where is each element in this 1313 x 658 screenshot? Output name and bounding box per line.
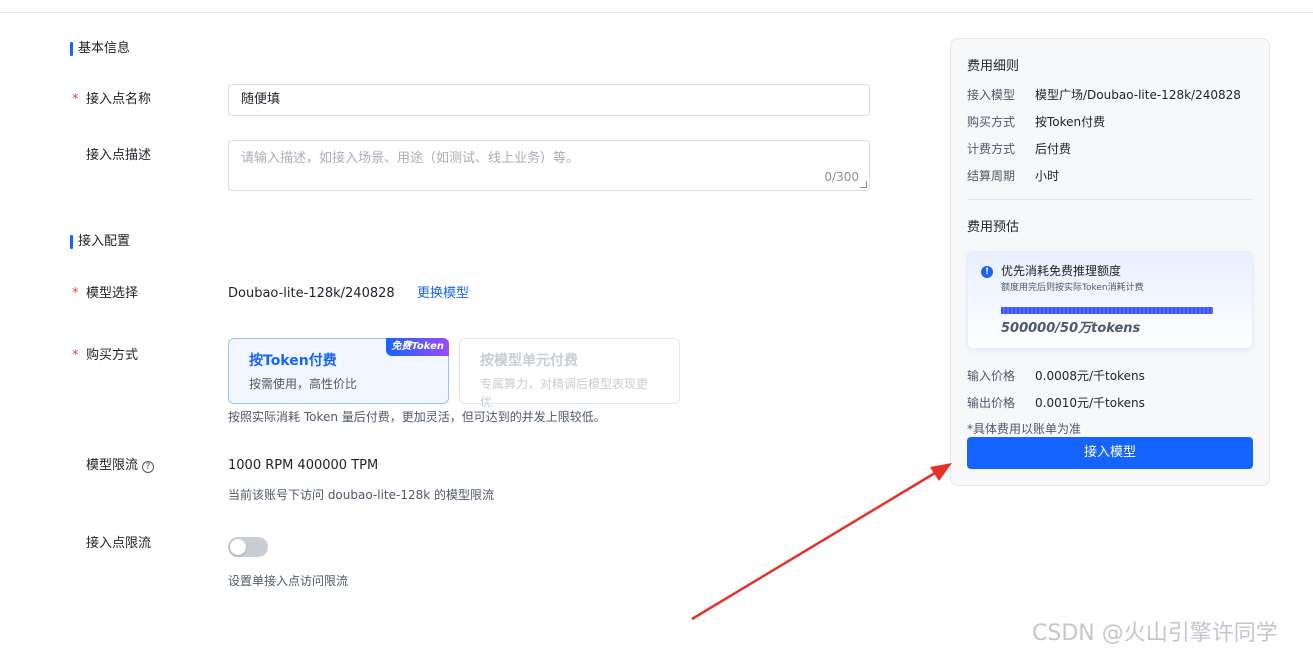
option-subtitle: 专属算力，对精调后模型表现更优 <box>480 377 649 409</box>
top-divider <box>0 12 1313 13</box>
fee-value: 按Token付费 <box>1035 115 1106 129</box>
model-select-label: 模型选择 <box>86 286 139 301</box>
fee-value: 后付费 <box>1035 142 1072 156</box>
quota-value: 500000/50万tokens <box>1001 321 1141 336</box>
fee-details-title: 费用细则 <box>967 59 1020 74</box>
fee-estimate-title: 费用预估 <box>967 220 1020 235</box>
fee-panel: 费用细则 接入模型 模型广场/Doubao-lite-128k/240828 购… <box>950 38 1270 486</box>
fee-value: 小时 <box>1035 169 1060 183</box>
help-icon[interactable]: ? <box>142 461 155 473</box>
rate-limit-label-text: 模型限流 <box>86 458 139 473</box>
create-endpoint-button[interactable]: 接入模型 <box>967 437 1253 469</box>
free-token-badge: 免费Token <box>386 338 449 356</box>
quota-title: 优先消耗免费推理额度 <box>1001 264 1122 278</box>
option-subtitle: 按需使用，高性价比 <box>249 377 358 391</box>
fee-value: 模型广场/Doubao-lite-128k/240828 <box>1035 88 1241 102</box>
endpoint-desc-placeholder: 请输入描述，如接入场景、用途（如测试、线上业务）等。 <box>241 151 580 166</box>
fee-key: 结算周期 <box>967 169 1016 183</box>
arrow-shaft <box>691 468 941 621</box>
purchase-hint: 按照实际消耗 Token 量后付费，更加灵活，但可达到的并发上限较低。 <box>228 410 606 424</box>
char-count: 0/300 <box>824 170 859 184</box>
section-endpoint-config: 接入配置 <box>70 234 130 250</box>
endpoint-limit-hint: 设置单接入点访问限流 <box>228 574 349 588</box>
panel-divider <box>967 199 1253 200</box>
watermark: CSDN @火山引擎许同学 <box>1032 621 1278 646</box>
rate-limit-hint: 当前该账号下访问 doubao-lite-128k 的模型限流 <box>228 488 494 502</box>
endpoint-name-label: 接入点名称 <box>86 92 152 107</box>
quota-subtitle: 额度用完后则按实际Token消耗计费 <box>1001 283 1144 293</box>
free-quota-card: ! 优先消耗免费推理额度 额度用完后则按实际Token消耗计费 500000/5… <box>967 251 1253 349</box>
rate-limit-value: 1000 RPM 400000 TPM <box>228 458 379 473</box>
purchase-option-model-unit[interactable]: 按模型单元付费 专属算力，对精调后模型表现更优 <box>459 338 680 409</box>
toggle-knob <box>230 539 246 555</box>
required-mark: * <box>72 348 79 363</box>
endpoint-desc-label: 接入点描述 <box>86 148 152 163</box>
price-key: 输入价格 <box>967 369 1016 383</box>
endpoint-rate-limit-label: 接入点限流 <box>86 536 152 551</box>
arrow-head <box>930 463 952 481</box>
endpoint-limit-toggle[interactable] <box>228 537 268 557</box>
fee-key: 接入模型 <box>967 88 1016 102</box>
model-rate-limit-label: 模型限流? <box>86 457 155 475</box>
option-title: 按模型单元付费 <box>480 353 578 369</box>
section-basic-info: 基本信息 <box>70 41 130 57</box>
endpoint-desc-textarea[interactable]: 请输入描述，如接入场景、用途（如测试、线上业务）等。 0/300 <box>228 140 870 191</box>
info-icon: ! <box>981 266 993 278</box>
billing-note: *具体费用以账单为准 <box>967 422 1082 436</box>
required-mark: * <box>72 286 79 301</box>
change-model-link[interactable]: 更换模型 <box>417 285 469 303</box>
purchase-option-token[interactable]: 按Token付费 按需使用，高性价比 免费Token <box>228 338 449 404</box>
purchase-method-label: 购买方式 <box>86 348 139 363</box>
price-value: 0.0008元/千tokens <box>1035 369 1145 383</box>
quota-progress-bar <box>1001 307 1213 314</box>
fee-key: 计费方式 <box>967 142 1016 156</box>
fee-key: 购买方式 <box>967 115 1016 129</box>
price-key: 输出价格 <box>967 396 1016 410</box>
price-value: 0.0010元/千tokens <box>1035 396 1145 410</box>
required-mark: * <box>72 92 79 107</box>
selected-model: Doubao-lite-128k/240828 <box>228 286 395 301</box>
resize-handle-icon[interactable] <box>860 181 867 188</box>
endpoint-name-input[interactable]: 随便填 <box>228 84 870 116</box>
